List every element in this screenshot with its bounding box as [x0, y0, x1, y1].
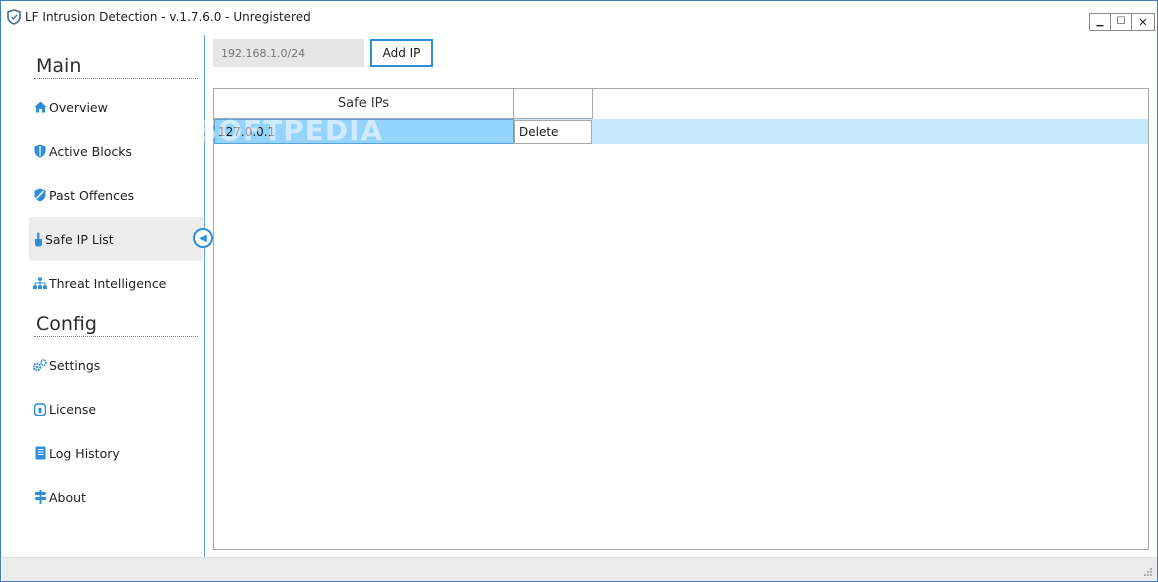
- delete-button[interactable]: Delete: [514, 120, 592, 144]
- sidebar-item-label: Settings: [49, 357, 101, 373]
- sidebar-item-label: License: [49, 401, 97, 417]
- sidebar-item-about[interactable]: About: [29, 475, 203, 519]
- sidebar-item-safe-ip-list[interactable]: Safe IP List: [29, 217, 203, 261]
- section-heading-main: Main: [36, 55, 82, 77]
- close-icon: ✕: [1138, 15, 1148, 29]
- sidebar-item-threat-intelligence[interactable]: Threat Intelligence: [29, 261, 203, 305]
- sidebar-item-label: Log History: [49, 445, 120, 461]
- hand-icon: [33, 232, 43, 246]
- app-window: LF Intrusion Detection - v.1.7.6.0 - Unr…: [0, 0, 1158, 582]
- active-indicator-arrow-icon: ◀: [193, 228, 213, 248]
- section-divider: [34, 78, 198, 79]
- sidebar-item-settings[interactable]: Settings: [29, 343, 203, 387]
- home-icon: [33, 100, 47, 114]
- sidebar-item-overview[interactable]: Overview: [29, 85, 203, 129]
- ip-input[interactable]: [213, 39, 364, 67]
- sidebar-item-log-history[interactable]: Log History: [29, 431, 203, 475]
- signpost-icon: [33, 490, 47, 504]
- sidebar-item-license[interactable]: License: [29, 387, 203, 431]
- title-bar: LF Intrusion Detection - v.1.7.6.0 - Unr…: [1, 1, 1157, 35]
- close-button[interactable]: ✕: [1131, 13, 1155, 31]
- app-shield-icon: [7, 9, 21, 25]
- add-ip-button[interactable]: Add IP: [370, 39, 433, 67]
- sidebar-item-active-blocks[interactable]: Active Blocks: [29, 129, 203, 173]
- minimize-button[interactable]: ▁: [1089, 13, 1111, 31]
- window-controls: ▁ ☐ ✕: [1089, 13, 1155, 31]
- resize-grip-icon[interactable]: [1143, 567, 1153, 577]
- sidebar-item-past-offences[interactable]: Past Offences: [29, 173, 203, 217]
- table-cell-ip[interactable]: 127.0.0.1: [214, 119, 514, 144]
- sidebar-item-label: Safe IP List: [45, 231, 114, 247]
- sidebar-item-label: Past Offences: [49, 187, 135, 203]
- gears-icon: [33, 358, 47, 372]
- maximize-button[interactable]: ☐: [1110, 13, 1132, 31]
- minimize-icon: ▁: [1096, 16, 1104, 27]
- sidebar-item-label: Threat Intelligence: [49, 275, 167, 291]
- sidebar-item-label: About: [49, 489, 86, 505]
- shield-icon: [33, 144, 47, 158]
- window-title: LF Intrusion Detection - v.1.7.6.0 - Unr…: [25, 10, 311, 24]
- section-divider: [34, 336, 198, 337]
- section-heading-config: Config: [36, 313, 97, 335]
- column-header-safe-ips[interactable]: Safe IPs: [214, 89, 514, 119]
- lock-icon: [33, 402, 47, 416]
- shield-slash-icon: [33, 188, 47, 202]
- sidebar-divider: [204, 35, 205, 557]
- book-icon: [33, 446, 47, 460]
- sidebar-item-label: Active Blocks: [49, 143, 132, 159]
- maximize-icon: ☐: [1116, 16, 1126, 27]
- sidebar-item-label: Overview: [49, 99, 108, 115]
- column-header-actions[interactable]: [514, 89, 593, 119]
- network-icon: [33, 276, 47, 290]
- safe-ip-grid: Safe IPs 127.0.0.1 Delete: [213, 88, 1149, 550]
- status-bar: [2, 557, 1157, 581]
